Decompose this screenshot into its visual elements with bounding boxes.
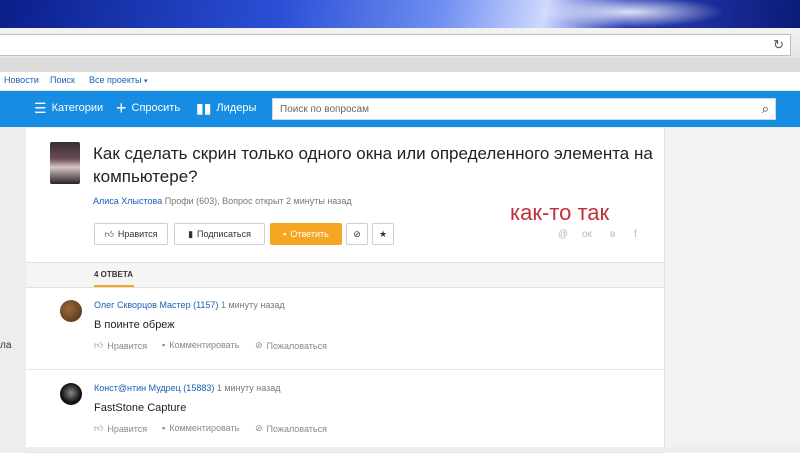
plus-icon: + (116, 98, 127, 118)
author-avatar[interactable] (50, 142, 80, 184)
answer-comment-button[interactable]: ▪ Комментировать (162, 340, 239, 350)
comment-icon: ▪ (283, 229, 287, 239)
search-icon[interactable]: ⌕ (762, 101, 769, 117)
browser-toolbar: ↻ (0, 28, 800, 73)
answer-meta: Конст@нтин Мудрец (15883) 1 минуту назад (94, 383, 281, 393)
question-author-meta: Профи (603), Вопрос открыт 2 минуты наза… (164, 196, 352, 206)
favorite-button[interactable]: ★ (372, 223, 394, 245)
vk-share-icon[interactable]: в (610, 229, 615, 240)
report-icon: ⊘ (255, 423, 263, 433)
question-card: Как сделать скрин только одного окна или… (26, 128, 664, 453)
handwritten-annotation: как-то так (510, 200, 610, 225)
answer-comment-button[interactable]: ▪ Комментировать (162, 423, 239, 433)
left-sidebar-fragment: ла (0, 340, 12, 351)
top-navigation: Новости Поиск Все проекты ▾ (0, 72, 800, 91)
answer-report-label: Пожаловаться (266, 340, 327, 351)
search-placeholder: Поиск по вопросам (280, 104, 369, 115)
all-projects-label: Все проекты (89, 75, 142, 85)
block-icon: ⊘ (353, 228, 361, 239)
bookmark-icon: ▮ (188, 228, 194, 239)
categories-button[interactable]: ☰ Категории (34, 101, 103, 115)
address-bar[interactable]: ↻ (0, 34, 791, 56)
answer-avatar[interactable] (60, 383, 82, 405)
categories-label: Категории (51, 102, 104, 114)
ask-label: Спросить (131, 102, 181, 114)
answer-text: В поинте обреж (94, 319, 175, 331)
like-label: Нравится (117, 229, 158, 239)
leaders-button[interactable]: ▮▮ Лидеры (196, 101, 256, 115)
thumbs-up-icon: 👍︎ (104, 228, 114, 239)
right-sidebar (664, 128, 800, 447)
question-meta: Алиса Хлыстова Профи (603), Вопрос откры… (93, 196, 352, 206)
facebook-share-icon[interactable]: f (634, 229, 637, 240)
chevron-down-icon: ▾ (144, 78, 148, 85)
thumbs-up-icon: 👍︎ (94, 340, 104, 350)
tab-answers[interactable]: 4 ОТВЕТА (94, 270, 133, 279)
question-author[interactable]: Алиса Хлыстова (93, 196, 162, 206)
mail-share-icon[interactable]: @ (558, 229, 568, 240)
answer-author[interactable]: Олег Скворцов (94, 300, 157, 310)
answer-label: Ответить (290, 229, 329, 239)
answer-report-label: Пожаловаться (266, 423, 327, 434)
report-icon: ⊘ (255, 340, 263, 350)
list-icon: ☰ (34, 100, 47, 116)
bar-chart-icon: ▮▮ (196, 100, 212, 116)
answer-rank: Мудрец (15883) (148, 383, 215, 393)
ok-share-icon[interactable]: ок (582, 229, 592, 240)
answer-comment-label: Комментировать (169, 423, 240, 433)
thumbs-up-icon: 👍︎ (94, 423, 104, 433)
answer-item: Олег Скворцов Мастер (1157) 1 минуту наз… (26, 287, 664, 370)
star-icon: ★ (378, 228, 388, 239)
nav-link-news[interactable]: Новости (4, 75, 39, 85)
answer-author[interactable]: Конст@нтин (94, 383, 146, 393)
reload-icon[interactable]: ↻ (773, 37, 784, 53)
desktop-wallpaper (0, 0, 800, 30)
search-input[interactable]: Поиск по вопросам ⌕ (272, 98, 776, 120)
block-button[interactable]: ⊘ (346, 223, 368, 245)
answers-tabbar: 4 ОТВЕТА (26, 262, 664, 288)
answer-avatar[interactable] (60, 300, 82, 322)
browser-bookmarks-bar (0, 58, 800, 72)
answer-meta: Олег Скворцов Мастер (1157) 1 минуту наз… (94, 300, 285, 310)
subscribe-label: Подписаться (197, 229, 251, 239)
answer-report-button[interactable]: ⊘ Пожаловаться (255, 423, 327, 434)
nav-link-search[interactable]: Поиск (50, 75, 75, 85)
answer-report-button[interactable]: ⊘ Пожаловаться (255, 340, 327, 351)
subscribe-button[interactable]: ▮ Подписаться (174, 223, 265, 245)
question-title: Как сделать скрин только одного окна или… (93, 144, 653, 186)
main-navbar: ☰ Категории + Спросить ▮▮ Лидеры Поиск п… (0, 91, 800, 127)
ask-button[interactable]: + Спросить (116, 98, 181, 118)
answer-time: 1 минуту назад (216, 383, 281, 393)
answer-like-label: Нравится (107, 340, 148, 351)
answer-rank: Мастер (1157) (159, 300, 219, 310)
answer-button[interactable]: ▪ Ответить (270, 223, 342, 245)
leaders-label: Лидеры (216, 102, 257, 114)
answer-like-label: Нравится (107, 423, 148, 434)
answer-time: 1 минуту назад (220, 300, 285, 310)
comment-icon: ▪ (162, 423, 166, 433)
comment-icon: ▪ (162, 340, 166, 350)
answer-comment-label: Комментировать (169, 340, 240, 350)
like-button[interactable]: 👍︎ Нравится (94, 223, 168, 245)
answer-like-button[interactable]: 👍︎ Нравится (94, 340, 147, 351)
answer-item: Конст@нтин Мудрец (15883) 1 минуту назад… (26, 370, 664, 453)
answer-text: FastStone Capture (94, 402, 187, 414)
nav-link-all-projects[interactable]: Все проекты ▾ (89, 75, 148, 85)
answer-like-button[interactable]: 👍︎ Нравится (94, 423, 147, 434)
